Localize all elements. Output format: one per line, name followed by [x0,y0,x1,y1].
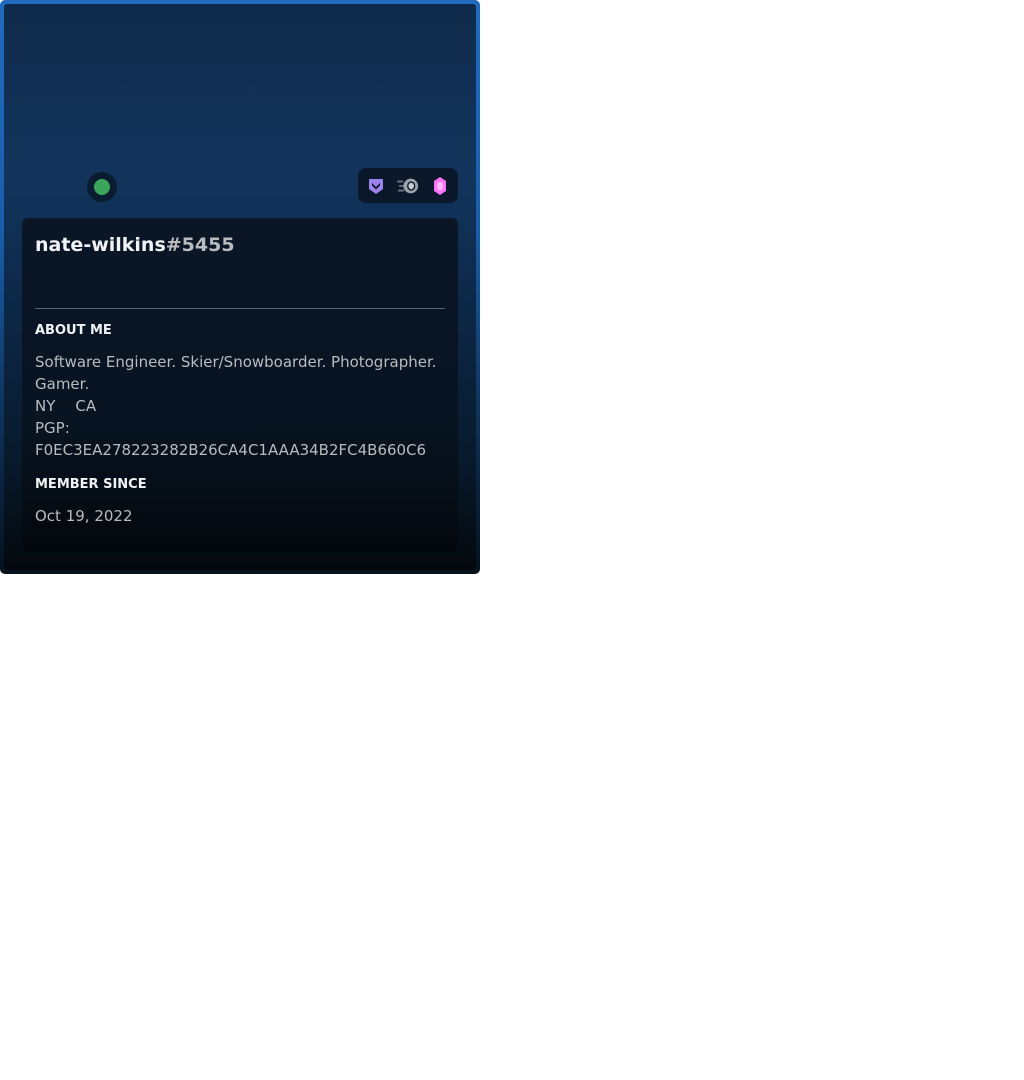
badge-list [358,168,458,203]
pgp-label: PGP: [35,419,70,437]
profile-card: nate-wilkins#5455 ABOUT ME Software Engi… [0,0,480,574]
location-ca: CA [75,397,97,415]
online-status-icon [94,179,110,195]
username-tag[interactable]: nate-wilkins#5455 [35,232,445,258]
profile-card-body: nate-wilkins#5455 ABOUT ME Software Engi… [4,4,476,570]
profile-info-panel: nate-wilkins#5455 ABOUT ME Software Engi… [22,218,458,552]
about-line: Gamer. [35,375,90,393]
username: nate-wilkins [35,234,166,256]
about-locations: NY CA [35,395,445,417]
location-ny: NY [35,397,56,415]
about-me-heading: ABOUT ME [35,323,112,338]
nitro-icon[interactable] [397,175,419,197]
about-me-text: Software Engineer. Skier/Snowboarder. Ph… [35,351,445,461]
avatar-status-ring [87,172,117,202]
boost-gem-icon[interactable] [429,175,451,197]
discriminator: #5455 [165,234,235,256]
about-line: Software Engineer. Skier/Snowboarder. Ph… [35,353,437,371]
hypesquad-icon[interactable] [365,175,387,197]
member-since-date: Oct 19, 2022 [35,507,133,525]
member-since-heading: MEMBER SINCE [35,477,147,492]
divider [35,308,445,309]
pgp-key[interactable]: F0EC3EA278223282B26CA4C1AAA34B2FC4B660C6 [35,439,445,461]
